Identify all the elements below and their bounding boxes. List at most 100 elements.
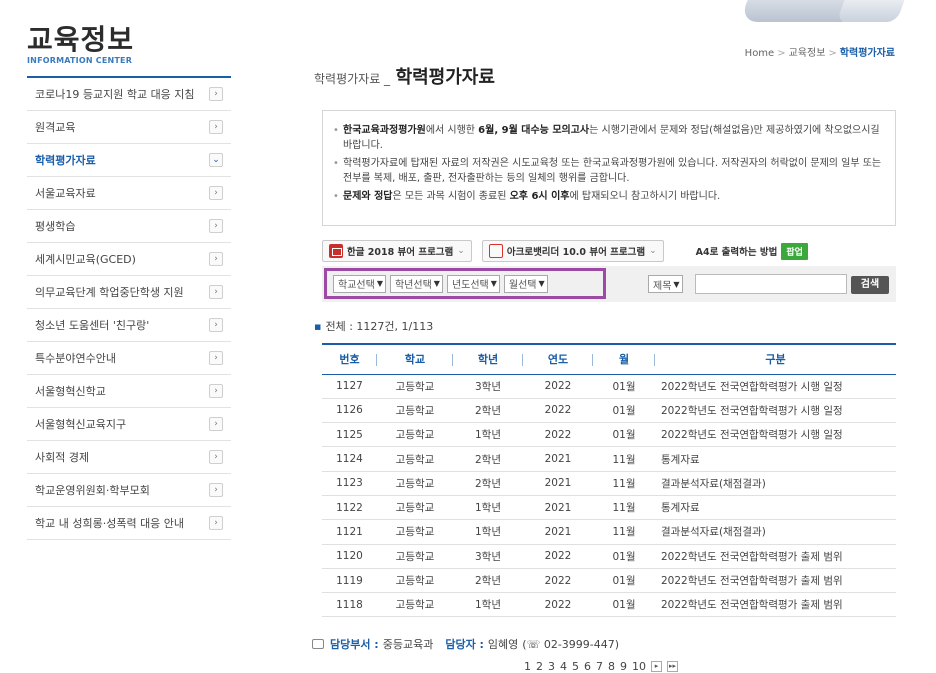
chevron-right-icon[interactable]: › [209, 285, 223, 299]
table-row[interactable]: 1119 고등학교 2학년 2022 01월 2022학년도 전국연합학력평가 출제 범위 [322, 568, 896, 594]
hwp-viewer-button[interactable]: 한글 2018 뷰어 프로그램 ⌄ [322, 240, 472, 262]
sidebar-item[interactable]: 학력평가자료 ⌄ [27, 144, 231, 177]
chevron-right-icon[interactable]: › [209, 351, 223, 365]
phone-value: (☏ 02-3999-447) [522, 637, 620, 651]
sidebar-item[interactable]: 특수분야연수안내 › [27, 342, 231, 375]
chevron-right-icon[interactable]: › [209, 252, 223, 266]
page-link[interactable]: 9 [620, 660, 627, 673]
table-row[interactable]: 1123 고등학교 2학년 2021 11월 결과분석자료(채점결과) [322, 471, 896, 496]
bullet-icon: ▪ [314, 320, 322, 333]
sidebar-item[interactable]: 서울교육자료 › [27, 177, 231, 210]
table-row[interactable]: 1126 고등학교 2학년 2022 01월 2022학년도 전국연합학력평가 시행 일정 [322, 398, 896, 424]
chevron-right-icon[interactable]: › [209, 417, 223, 431]
next-page-icon[interactable]: ▸ [651, 661, 662, 672]
sidebar-item[interactable]: 서울형혁신교육지구 › [27, 408, 231, 441]
search-input[interactable] [695, 274, 847, 294]
breadcrumb-home[interactable]: Home [745, 48, 775, 59]
chevron-right-icon[interactable]: › [209, 384, 223, 398]
school-select[interactable]: 학교선택 ▼ [333, 274, 386, 293]
page-link[interactable]: 8 [608, 660, 615, 673]
table-cell: 1학년 [453, 495, 523, 521]
grade-select[interactable]: 학년선택 ▼ [389, 274, 443, 293]
table-row[interactable]: 1127 고등학교 3학년 2022 01월 2022학년도 전국연합학력평가 시행 일정 [322, 374, 896, 399]
chevron-right-icon[interactable]: › [209, 516, 223, 530]
table-header-label: 번호 [339, 353, 360, 367]
sidebar-item[interactable]: 사회적 경제 › [27, 441, 231, 474]
chevron-down-icon[interactable]: ⌄ [209, 153, 223, 167]
total-count: ▪ 전체 : 1127건, 1/113 [314, 318, 433, 334]
month-select-value: 월선택 [508, 280, 537, 291]
page-link[interactable]: 4 [560, 660, 567, 673]
post-title-link[interactable]: 2022학년도 전국연합학력평가 출제 범위 [655, 568, 896, 594]
chevron-right-icon[interactable]: › [209, 219, 223, 233]
page-link[interactable]: 7 [596, 660, 603, 673]
sidebar-item[interactable]: 청소년 도움센터 '친구랑' › [27, 309, 231, 342]
table-cell: 01월 [593, 544, 655, 569]
sidebar-item[interactable]: 서울형혁신학교 › [27, 375, 231, 408]
table-row[interactable]: 1120 고등학교 3학년 2022 01월 2022학년도 전국연합학력평가 출제 범위 [322, 544, 896, 569]
table-cell: 고등학교 [377, 422, 453, 448]
post-title-link[interactable]: 2022학년도 전국연합학력평가 출제 범위 [655, 592, 896, 618]
post-title-link[interactable]: 2022학년도 전국연합학력평가 시행 일정 [655, 374, 896, 399]
table-header-label: 학교 [404, 353, 426, 367]
table-row[interactable]: 1125 고등학교 1학년 2022 01월 2022학년도 전국연합학력평가 시행 일정 [322, 422, 896, 448]
month-select[interactable]: 월선택 ▼ [503, 274, 548, 293]
search-field-select[interactable]: 제목 ▼ [648, 275, 683, 293]
chevron-right-icon[interactable]: › [209, 186, 223, 200]
sidebar-item[interactable]: 세계시민교육(GCED) › [27, 243, 231, 276]
page-link[interactable]: 5 [572, 660, 579, 673]
sidebar-item-label: 평생학습 [35, 220, 76, 233]
year-select[interactable]: 년도선택 ▼ [446, 274, 500, 293]
sidebar-item-label: 원격교육 [35, 121, 76, 134]
table-header-label: 학년 [477, 353, 499, 367]
table-cell: 01월 [593, 374, 655, 399]
page-link[interactable]: 10 [632, 660, 646, 673]
post-title-link[interactable]: 결과분석자료(채점결과) [655, 471, 896, 496]
chevron-right-icon[interactable]: › [209, 483, 223, 497]
contact-info: 담당부서 : 중등교육과 담당자 : 임혜영 (☏ 02-3999-447) [312, 636, 619, 652]
chevron-right-icon[interactable]: › [209, 87, 223, 101]
last-page-icon[interactable]: ▸▸ [667, 661, 678, 672]
sidebar-item[interactable]: 평생학습 › [27, 210, 231, 243]
page-link[interactable]: 6 [584, 660, 591, 673]
chevron-right-icon[interactable]: › [209, 318, 223, 332]
notice-box: 한국교육과정평가원에서 시행한 6월, 9월 대수능 모의고사는 시행기관에서 … [322, 110, 896, 226]
post-title-link[interactable]: 2022학년도 전국연합학력평가 시행 일정 [655, 422, 896, 448]
sidebar-item[interactable]: 학교 내 성희롱·성폭력 대응 안내 › [27, 507, 231, 540]
sidebar-item[interactable]: 코로나19 등교지원 학교 대응 지침 › [27, 78, 231, 111]
table-row[interactable]: 1122 고등학교 1학년 2021 11월 통계자료 [322, 495, 896, 521]
page-link[interactable]: 3 [548, 660, 555, 673]
table-row[interactable]: 1121 고등학교 1학년 2021 11월 결과분석자료(채점결과) [322, 519, 896, 545]
page-link[interactable]: 1 [524, 660, 531, 673]
post-title-link[interactable]: 통계자료 [655, 446, 896, 472]
table-cell: 고등학교 [377, 471, 453, 496]
sidebar-item[interactable]: 학교운영위원회·학부모회 › [27, 474, 231, 507]
post-title-link[interactable]: 결과분석자료(채점결과) [655, 519, 896, 545]
sidebar-item[interactable]: 의무교육단계 학업중단학생 지원 › [27, 276, 231, 309]
chevron-down-icon: ⌄ [457, 246, 465, 256]
pdf-viewer-button[interactable]: 아크로뱃리더 10.0 뷰어 프로그램 ⌄ [481, 240, 664, 262]
breadcrumb-separator: > [777, 48, 786, 59]
post-title-link[interactable]: 2022학년도 전국연합학력평가 시행 일정 [655, 398, 896, 424]
table-row[interactable]: 1118 고등학교 1학년 2022 01월 2022학년도 전국연합학력평가 출제 범위 [322, 592, 896, 618]
popup-badge[interactable]: 팝업 [781, 242, 808, 260]
post-title-link[interactable]: 통계자료 [655, 495, 896, 521]
chevron-right-icon[interactable]: › [209, 450, 223, 464]
table-cell: 01월 [593, 398, 655, 424]
filter-bar: 학교선택 ▼ 학년선택 ▼ 년도선택 ▼ 월선택 ▼ 제목 ▼ 검색 [322, 266, 896, 302]
logo-title: 교육정보 [27, 23, 135, 56]
table-header-cell: 번호 [322, 343, 377, 375]
post-title-link[interactable]: 2022학년도 전국연합학력평가 출제 범위 [655, 544, 896, 569]
pagination: 1 2 3 4 5 6 7 8 9 10 ▸ ▸▸ [524, 660, 678, 673]
table-row[interactable]: 1124 고등학교 2학년 2021 11월 통계자료 [322, 446, 896, 472]
header-decoration [739, 0, 908, 24]
sidebar-item[interactable]: 원격교육 › [27, 111, 231, 144]
sidebar-item-label: 학교운영위원회·학부모회 [35, 484, 150, 497]
site-logo[interactable]: 교육정보 INFORMATION CENTER [27, 23, 135, 66]
chevron-right-icon[interactable]: › [209, 120, 223, 134]
print-help-link[interactable]: A4로 출력하는 방법 팝업 [674, 242, 808, 260]
contact-card-icon [312, 639, 324, 649]
page-link[interactable]: 2 [536, 660, 543, 673]
search-button[interactable]: 검색 [851, 276, 889, 294]
breadcrumb-level1[interactable]: 교육정보 [789, 48, 826, 59]
